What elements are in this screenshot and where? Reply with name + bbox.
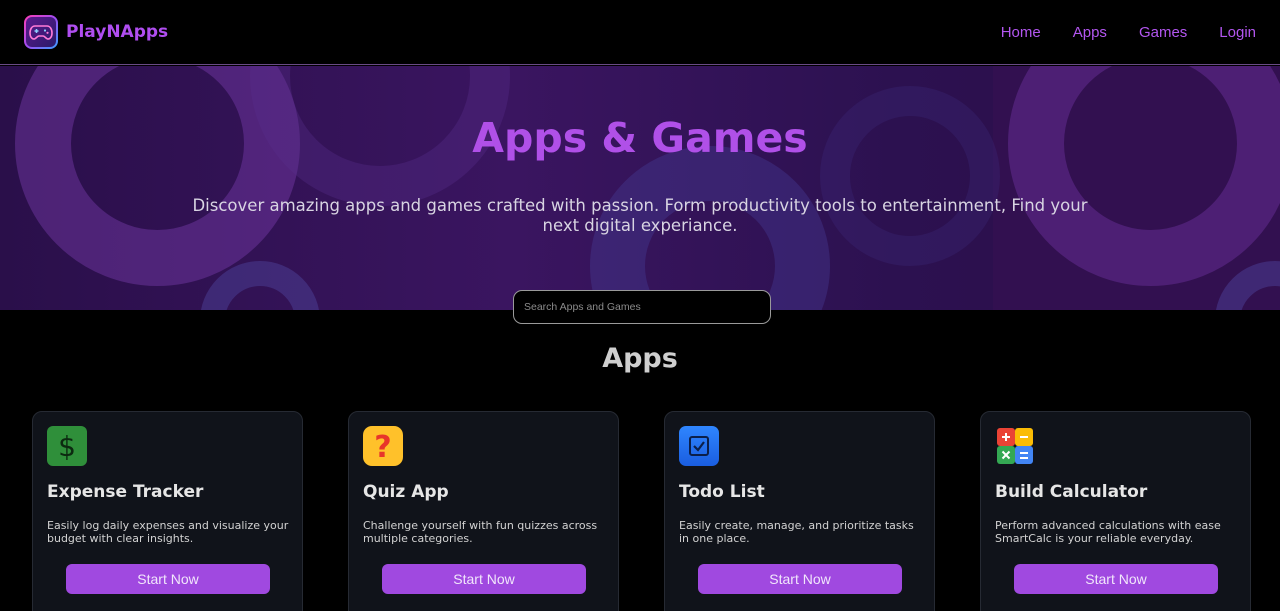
app-card-todo-list: Todo List Easily create, manage, and pri…	[664, 411, 935, 611]
nav-apps[interactable]: Apps	[1073, 24, 1107, 41]
navbar: PlayNApps Home Apps Games Login	[0, 0, 1280, 65]
start-now-button[interactable]: Start Now	[1014, 564, 1218, 594]
search-input[interactable]	[513, 290, 771, 324]
card-description: Challenge yourself with fun quizzes acro…	[363, 519, 598, 545]
nav-links: Home Apps Games Login	[969, 0, 1256, 65]
svg-text:?: ?	[374, 430, 391, 463]
app-card-expense-tracker: $ Expense Tracker Easily log daily expen…	[32, 411, 303, 611]
svg-text:$: $	[58, 430, 76, 462]
app-card-quiz-app: ? Quiz App Challenge yourself with fun q…	[348, 411, 619, 611]
start-now-button[interactable]: Start Now	[698, 564, 902, 594]
start-now-button[interactable]: Start Now	[382, 564, 586, 594]
card-title: Todo List	[679, 482, 765, 502]
brand[interactable]: PlayNApps	[24, 15, 168, 49]
nav-games[interactable]: Games	[1139, 24, 1187, 41]
calculator-icon	[995, 426, 1035, 466]
card-description: Perform advanced calculations with ease …	[995, 519, 1221, 545]
card-description: Easily log daily expenses and visualize …	[47, 519, 289, 545]
section-title-apps: Apps	[602, 343, 678, 374]
gamepad-icon	[24, 15, 58, 49]
app-card-build-calculator: Build Calculator Perform advanced calcul…	[980, 411, 1251, 611]
hero-subtitle: Discover amazing apps and games crafted …	[192, 196, 1088, 235]
nav-home[interactable]: Home	[1001, 24, 1041, 41]
card-description: Easily create, manage, and prioritize ta…	[679, 519, 914, 545]
checkbox-icon	[679, 426, 719, 466]
dollar-icon: $	[47, 426, 87, 466]
card-title: Build Calculator	[995, 482, 1148, 502]
nav-login[interactable]: Login	[1219, 24, 1256, 41]
card-title: Expense Tracker	[47, 482, 204, 502]
brand-name: PlayNApps	[66, 22, 169, 42]
hero-banner: Apps & Games Discover amazing apps and g…	[0, 66, 1280, 310]
question-icon: ?	[363, 426, 403, 466]
hero-decor-ring	[820, 86, 1000, 266]
card-title: Quiz App	[363, 482, 449, 502]
hero-title: Apps & Games	[472, 114, 808, 162]
start-now-button[interactable]: Start Now	[66, 564, 270, 594]
